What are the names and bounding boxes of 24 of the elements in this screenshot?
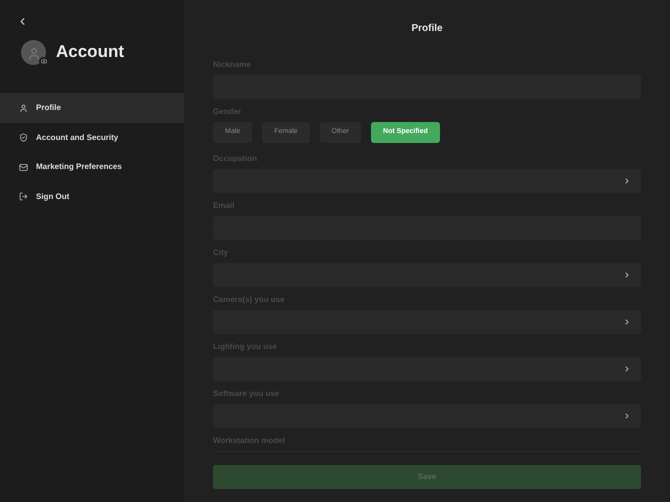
sign-out-icon [19, 192, 28, 201]
select-field[interactable] [213, 263, 641, 287]
select-field[interactable] [213, 310, 641, 334]
avatar[interactable] [21, 40, 46, 64]
chevron-right-icon [623, 318, 631, 326]
chevron-right-icon [623, 412, 631, 420]
shield-icon [19, 133, 28, 142]
camera-icon [40, 58, 46, 64]
sidebar-title: Account [56, 41, 124, 64]
chevron-right-icon [623, 271, 631, 279]
sidebar-item[interactable]: Marketing Preferences [0, 152, 184, 182]
camera-badge[interactable] [39, 56, 48, 66]
sidebar-item[interactable]: Sign Out [0, 182, 184, 212]
select-field[interactable] [213, 404, 641, 428]
avatar-icon [26, 46, 40, 60]
sidebar-item[interactable]: Account and Security [0, 122, 184, 152]
sidebar-item[interactable]: Profile [0, 93, 184, 123]
user-icon [19, 104, 28, 112]
chevron-right-icon [623, 365, 631, 373]
chevron-right-icon [623, 177, 631, 185]
select-field[interactable] [213, 357, 641, 381]
page-title: Profile [411, 23, 443, 35]
select-field[interactable] [213, 169, 641, 193]
mail-icon [19, 162, 28, 172]
